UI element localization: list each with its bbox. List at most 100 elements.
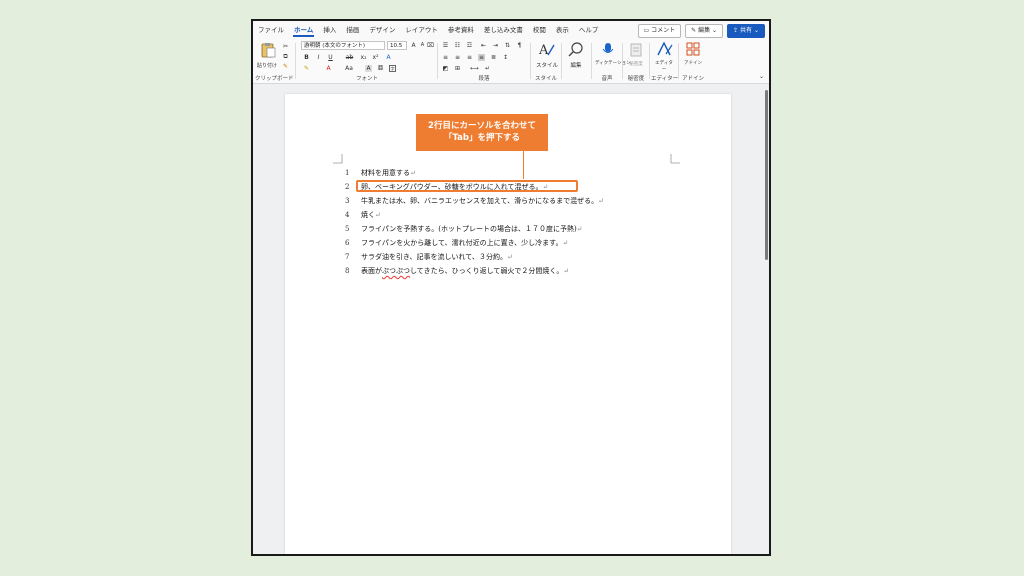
line-spacing-icon[interactable]: ↕ <box>502 54 509 61</box>
search-icon <box>568 42 583 57</box>
font-name-select[interactable]: 游明朝 (本文のフォント) <box>301 41 385 50</box>
group-divider <box>561 43 562 79</box>
format-painter-icon[interactable]: ✎ <box>282 63 289 70</box>
tab-home[interactable]: ホーム <box>289 21 318 39</box>
document-page[interactable]: 1 材料を用意する↵ 2 卵、ベーキングパウダー、砂糖をボウルに入れて混ぜる。↵ 3… <box>285 94 731 554</box>
multilevel-list-icon[interactable]: ☲ <box>466 42 473 49</box>
margin-corner-mark <box>333 154 343 164</box>
chevron-down-icon: ⌄ <box>753 27 759 34</box>
voice-group: ディクテーション 音声 <box>593 39 631 83</box>
text-direction-icon[interactable]: ↵ <box>484 65 491 72</box>
comment-button[interactable]: ▭ コメント <box>637 24 682 38</box>
phonetic-guide-icon[interactable]: 亜 <box>377 65 384 72</box>
justify-icon[interactable]: ≡ <box>478 54 485 61</box>
chevron-down-icon: ⌄ <box>712 27 718 34</box>
cut-icon[interactable]: ✂ <box>282 43 289 50</box>
increase-indent-icon[interactable]: ⇥ <box>492 42 499 49</box>
styles-label: スタイル <box>536 63 559 69</box>
strikethrough-button[interactable]: ab <box>345 54 354 61</box>
tab-mailings[interactable]: 差し込み文書 <box>479 21 528 39</box>
share-icon: ⇪ <box>733 27 739 34</box>
styles-button[interactable]: A スタイル <box>536 41 559 69</box>
enclose-character-icon[interactable]: 字 <box>389 65 396 72</box>
voice-group-label: 音声 <box>601 76 613 82</box>
tab-draw[interactable]: 描画 <box>341 21 364 39</box>
font-color-icon[interactable]: A <box>325 65 332 72</box>
tab-insert[interactable]: 挿入 <box>318 21 341 39</box>
vertical-scrollbar[interactable] <box>765 90 768 260</box>
bullets-icon[interactable]: ☰ <box>442 42 449 49</box>
tab-help[interactable]: ヘルプ <box>574 21 604 39</box>
clipboard-group: 貼り付け ✂ ⧉ ✎ クリップボード <box>255 39 294 83</box>
align-right-icon[interactable]: ≡ <box>466 54 473 61</box>
editor-button[interactable]: エディター <box>654 41 674 72</box>
shrink-font-icon[interactable]: A <box>419 42 426 49</box>
line-text: してきたら、ひっくり返して弱火で２分間焼く。 <box>410 267 564 275</box>
line-number: 5 <box>345 225 350 233</box>
font-size-select[interactable]: 10.5 <box>387 41 407 50</box>
addins-button[interactable]: アドイン <box>683 41 703 66</box>
superscript-button[interactable]: x² <box>371 54 380 61</box>
dictate-button[interactable]: ディクテーション <box>595 41 631 66</box>
subscript-button[interactable]: x₂ <box>359 54 368 61</box>
change-case-button[interactable]: Aa <box>343 65 355 72</box>
show-marks-icon[interactable]: ¶ <box>516 42 523 49</box>
line-number: 1 <box>345 169 350 177</box>
bold-button[interactable]: B <box>303 54 310 61</box>
clipboard-icon <box>261 43 276 58</box>
shading-icon[interactable]: ◩ <box>442 65 449 72</box>
tab-layout[interactable]: レイアウト <box>400 21 443 39</box>
group-divider <box>591 43 592 79</box>
highlight-box <box>356 180 578 192</box>
list-item[interactable]: 4 焼く↵ <box>345 209 381 222</box>
addins-icon <box>686 42 700 56</box>
paste-button[interactable]: 貼り付け <box>257 42 277 72</box>
tab-view[interactable]: 表示 <box>551 21 574 39</box>
line-text: 焼く <box>361 211 375 219</box>
grow-font-icon[interactable]: A <box>410 42 417 49</box>
editing-button[interactable]: 編集 <box>566 41 586 69</box>
highlight-icon[interactable]: ✎ <box>303 65 310 72</box>
tab-references[interactable]: 参考資料 <box>443 21 479 39</box>
collapse-ribbon-icon[interactable]: ⌄ <box>758 73 765 80</box>
copy-icon[interactable]: ⧉ <box>282 53 289 60</box>
distribute-icon[interactable]: ≣ <box>490 54 497 61</box>
instruction-callout: 2行目にカーソルを合わせて 「Tab」を押下する <box>416 114 548 151</box>
clipboard-group-label: クリップボード <box>255 76 294 82</box>
align-center-icon[interactable]: ≡ <box>454 54 461 61</box>
underline-button[interactable]: U <box>327 54 334 61</box>
tab-review[interactable]: 校閲 <box>528 21 551 39</box>
tab-file[interactable]: ファイル <box>253 21 289 39</box>
list-item[interactable]: 8 表面がぷつぷつしてきたら、ひっくり返して弱火で２分間焼く。↵ <box>345 265 569 278</box>
line-text: フライパンを予熱する。(ホットプレートの場合は、１７０度に予熱) <box>361 225 577 233</box>
list-item[interactable]: 7 サラダ油を引き、記事を流しいれて、３分約。↵ <box>345 251 513 264</box>
clear-format-icon[interactable]: ⌧ <box>427 42 434 49</box>
margin-corner-mark <box>670 154 680 164</box>
ribbon: 貼り付け ✂ ⧉ ✎ クリップボード 游明朝 (本文のフォント) 10.5 A … <box>253 39 769 84</box>
numbering-icon[interactable]: ☷ <box>454 42 461 49</box>
list-item[interactable]: 5 フライパンを予熱する。(ホットプレートの場合は、１７０度に予熱)↵ <box>345 223 583 236</box>
text-effects-icon[interactable]: A <box>385 54 392 61</box>
list-item[interactable]: 1 材料を用意する↵ <box>345 167 416 180</box>
character-shading-icon[interactable]: A <box>365 65 372 72</box>
paragraph-mark: ↵ <box>563 267 570 275</box>
borders-icon[interactable]: ⊞ <box>454 65 461 72</box>
list-item[interactable]: 6 フライパンを火から離して、濡れ付近の上に置き、少し冷ます。↵ <box>345 237 568 250</box>
spelling-error-text[interactable]: ぷつぷつ <box>382 267 410 275</box>
paragraph-mark: ↵ <box>562 239 569 247</box>
paragraph-mark: ↵ <box>598 197 605 205</box>
sensitivity-button[interactable]: 秘密度 <box>627 42 645 67</box>
decrease-indent-icon[interactable]: ⇤ <box>480 42 487 49</box>
document-area[interactable]: 1 材料を用意する↵ 2 卵、ベーキングパウダー、砂糖をボウルに入れて混ぜる。↵ 3… <box>253 84 769 554</box>
line-number: 3 <box>345 197 350 205</box>
sort-icon[interactable]: ⇅ <box>504 42 511 49</box>
list-item[interactable]: 3 牛乳または水、卵、バニラエッセンスを加えて、滑らかになるまで混ぜる。↵ <box>345 195 604 208</box>
align-left-icon[interactable]: ≡ <box>442 54 449 61</box>
tab-design[interactable]: デザイン <box>364 21 400 39</box>
paragraph-group-label: 段落 <box>478 76 490 82</box>
italic-button[interactable]: I <box>315 54 322 61</box>
share-button[interactable]: ⇪ 共有 ⌄ <box>727 24 765 38</box>
edit-mode-button[interactable]: ✎ 編集 ⌄ <box>685 24 724 38</box>
asian-layout-icon[interactable]: ⟷ <box>470 65 479 72</box>
paragraph-mark: ↵ <box>506 253 513 261</box>
